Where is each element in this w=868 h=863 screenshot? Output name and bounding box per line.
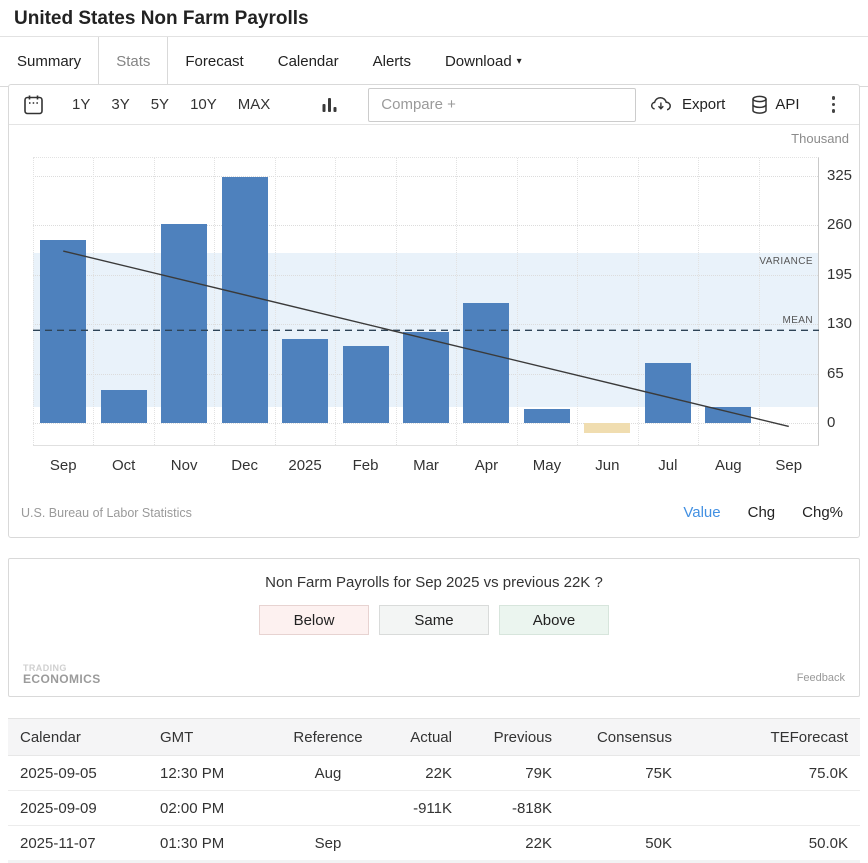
cell-actual	[383, 826, 464, 861]
y-axis-tick: 195	[827, 266, 852, 283]
poll-panel: Non Farm Payrolls for Sep 2025 vs previo…	[8, 558, 860, 697]
cell-consensus	[564, 791, 684, 826]
page-title: United States Non Farm Payrolls	[0, 0, 868, 37]
cell-calendar: 2025-11-07	[8, 826, 148, 861]
x-axis-label: 2025	[275, 457, 335, 474]
cell-reference	[273, 791, 383, 826]
cell-consensus: 75K	[564, 756, 684, 791]
calendar-table: CalendarGMTReferenceActualPreviousConsen…	[8, 718, 860, 861]
tab-stats[interactable]: Stats	[98, 37, 168, 87]
tab-download[interactable]: Download▾	[428, 37, 539, 86]
poll-above-button[interactable]: Above	[499, 605, 609, 635]
y-axis-tick: 65	[827, 365, 844, 382]
column-header-reference: Reference	[273, 719, 383, 756]
poll-below-button[interactable]: Below	[259, 605, 369, 635]
x-axis-label: Sep	[759, 457, 819, 474]
export-label: Export	[682, 96, 725, 113]
table-header-row: CalendarGMTReferenceActualPreviousConsen…	[8, 719, 860, 756]
chevron-down-icon: ▾	[517, 56, 522, 67]
column-header-actual: Actual	[383, 719, 464, 756]
trading-economics-logo: TRADING ECONOMICS	[23, 664, 101, 686]
chart-footer: U.S. Bureau of Labor Statistics Value Chg…	[21, 504, 843, 521]
cell-actual: -911K	[383, 791, 464, 826]
cell-previous: -818K	[464, 791, 564, 826]
poll-question: Non Farm Payrolls for Sep 2025 vs previo…	[9, 574, 859, 591]
mode-value[interactable]: Value	[683, 504, 720, 521]
api-button[interactable]: API	[751, 95, 799, 115]
x-axis-label: Jun	[577, 457, 637, 474]
table-row[interactable]: 2025-09-0512:30 PMAug22K79K75K75.0K	[8, 756, 860, 791]
cell-previous: 79K	[464, 756, 564, 791]
cloud-download-icon	[650, 96, 675, 114]
tab-bar: SummaryStatsForecastCalendarAlertsDownlo…	[0, 37, 868, 87]
chart-region: Thousand VARIANCE MEAN 0 65 130 195 260 325 Sep…	[9, 125, 859, 485]
range-max[interactable]: MAX	[238, 96, 271, 113]
value-mode-switch: Value Chg Chg%	[683, 504, 843, 521]
y-axis-tick: 0	[827, 414, 835, 431]
cell-reference: Aug	[273, 756, 383, 791]
cell-gmt: 12:30 PM	[148, 756, 273, 791]
tab-alerts[interactable]: Alerts	[356, 37, 428, 86]
cell-teforecast: 50.0K	[684, 826, 860, 861]
range-buttons: 1Y 3Y 5Y 10Y MAX	[72, 96, 270, 113]
y-axis-tick: 325	[827, 167, 852, 184]
range-3y[interactable]: 3Y	[111, 96, 129, 113]
tab-forecast[interactable]: Forecast	[168, 37, 260, 86]
column-header-calendar: Calendar	[8, 719, 148, 756]
x-axis-label: Sep	[33, 457, 93, 474]
calendar-icon[interactable]	[23, 94, 44, 116]
cell-calendar: 2025-09-05	[8, 756, 148, 791]
tab-summary[interactable]: Summary	[0, 37, 98, 86]
x-axis-label: Jul	[638, 457, 698, 474]
column-header-previous: Previous	[464, 719, 564, 756]
table-row[interactable]: 2025-09-0902:00 PM -911K-818K	[8, 791, 860, 826]
y-axis-tick: 130	[827, 315, 852, 332]
data-source-label: U.S. Bureau of Labor Statistics	[21, 506, 192, 520]
mode-chg[interactable]: Chg	[748, 504, 776, 521]
database-icon	[751, 95, 768, 115]
x-axis-label: May	[517, 457, 577, 474]
cell-teforecast: 75.0K	[684, 756, 860, 791]
cell-consensus: 50K	[564, 826, 684, 861]
x-axis-label: Oct	[94, 457, 154, 474]
chart-plot-area: VARIANCE MEAN	[33, 157, 819, 446]
variance-label: VARIANCE	[759, 256, 813, 267]
cell-calendar: 2025-09-09	[8, 791, 148, 826]
x-axis-label: Apr	[456, 457, 516, 474]
bar-chart-icon[interactable]	[322, 96, 338, 114]
range-5y[interactable]: 5Y	[151, 96, 169, 113]
range-1y[interactable]: 1Y	[72, 96, 90, 113]
y-axis-tick: 260	[827, 216, 852, 233]
column-header-gmt: GMT	[148, 719, 273, 756]
mean-label: MEAN	[783, 315, 814, 326]
chart-panel: 1Y 3Y 5Y 10Y MAX Export	[8, 84, 860, 538]
cell-previous: 22K	[464, 826, 564, 861]
x-axis-label: Aug	[698, 457, 758, 474]
chart-toolbar: 1Y 3Y 5Y 10Y MAX Export	[9, 85, 859, 125]
x-axis-label: Nov	[154, 457, 214, 474]
table-row[interactable]: 2025-11-0701:30 PMSep 22K50K50.0K	[8, 826, 860, 861]
export-button[interactable]: Export	[650, 96, 725, 114]
column-header-teforecast: TEForecast	[684, 719, 860, 756]
poll-same-button[interactable]: Same	[379, 605, 489, 635]
x-axis-label: Dec	[215, 457, 275, 474]
mean-and-trend-lines	[33, 158, 819, 447]
x-axis-label: Mar	[396, 457, 456, 474]
x-axis-label: Feb	[336, 457, 396, 474]
feedback-link[interactable]: Feedback	[797, 672, 845, 684]
kebab-menu-icon[interactable]	[826, 94, 842, 115]
chart-unit-label: Thousand	[791, 131, 849, 146]
api-label: API	[775, 96, 799, 113]
range-10y[interactable]: 10Y	[190, 96, 217, 113]
cell-gmt: 02:00 PM	[148, 791, 273, 826]
tab-calendar[interactable]: Calendar	[261, 37, 356, 86]
cell-actual: 22K	[383, 756, 464, 791]
compare-input[interactable]	[368, 88, 636, 122]
poll-options: Below Same Above	[9, 605, 859, 635]
column-header-consensus: Consensus	[564, 719, 684, 756]
cell-gmt: 01:30 PM	[148, 826, 273, 861]
cell-teforecast	[684, 791, 860, 826]
mode-chgpct[interactable]: Chg%	[802, 504, 843, 521]
cell-reference: Sep	[273, 826, 383, 861]
